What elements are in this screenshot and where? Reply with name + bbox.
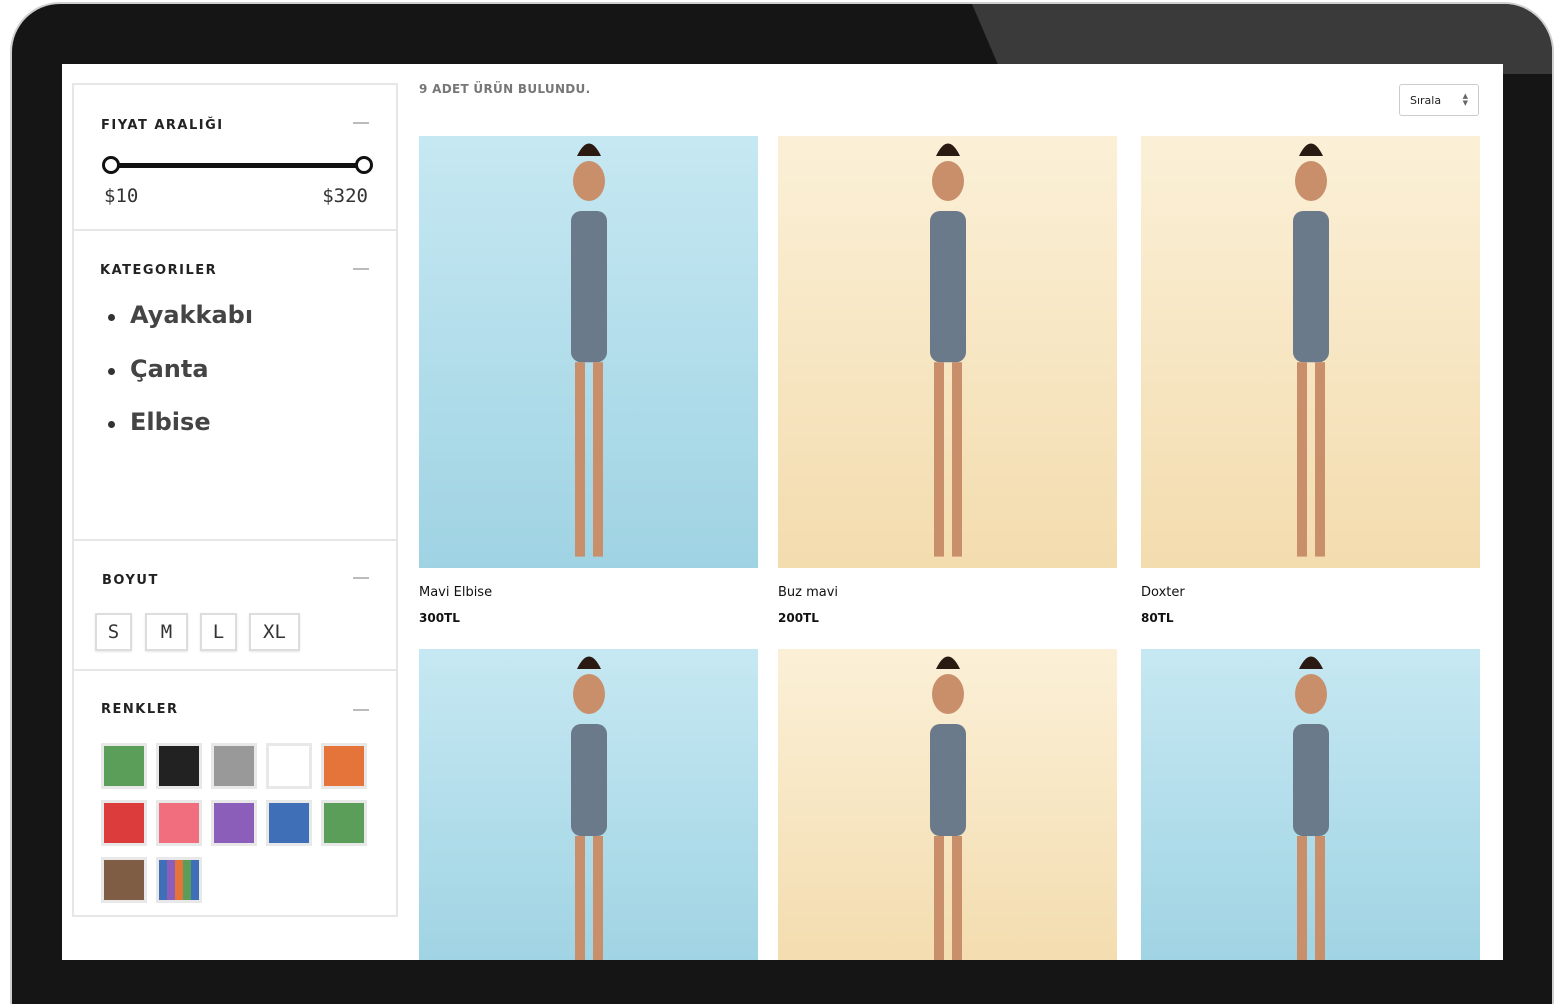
category-list: Ayakkabı Çanta Elbise xyxy=(108,301,253,462)
collapse-icon[interactable] xyxy=(353,709,369,711)
model-figure xyxy=(570,143,607,557)
product-image[interactable] xyxy=(1141,136,1480,568)
color-swatch[interactable] xyxy=(156,857,202,903)
model-figure xyxy=(929,143,966,557)
screen: FIYAT ARALIĞI $10 $320 KATEGORILER Ayakk… xyxy=(62,64,1503,960)
model-figure xyxy=(929,656,966,960)
color-filter: RENKLER xyxy=(74,671,396,915)
collapse-icon[interactable] xyxy=(353,122,369,124)
color-swatch[interactable] xyxy=(321,743,367,789)
model-figure xyxy=(570,656,607,960)
color-swatch[interactable] xyxy=(101,800,147,846)
color-swatch[interactable] xyxy=(156,800,202,846)
product-name[interactable]: Buz mavi xyxy=(778,585,838,600)
color-swatch[interactable] xyxy=(101,857,147,903)
price-slider-track[interactable] xyxy=(108,163,362,168)
collapse-icon[interactable] xyxy=(353,268,369,270)
color-swatch[interactable] xyxy=(101,743,147,789)
product-image[interactable] xyxy=(778,649,1117,960)
sort-select[interactable]: Sırala ▲ ▼ xyxy=(1399,84,1479,116)
price-slider-min-handle[interactable] xyxy=(102,156,120,174)
product-image[interactable] xyxy=(778,136,1117,568)
size-filter-title: BOYUT xyxy=(102,573,159,588)
product-image[interactable] xyxy=(419,136,758,568)
sort-select-label: Sırala xyxy=(1410,93,1442,107)
product-image[interactable] xyxy=(419,649,758,960)
price-max-label: $320 xyxy=(322,185,368,207)
category-item[interactable]: Çanta xyxy=(108,355,253,409)
color-swatch[interactable] xyxy=(156,743,202,789)
select-arrows-icon: ▲ ▼ xyxy=(1462,92,1468,107)
model-figure xyxy=(1292,143,1329,557)
price-filter-title: FIYAT ARALIĞI xyxy=(101,118,224,133)
price-min-label: $10 xyxy=(104,185,139,207)
size-option-l[interactable]: L xyxy=(200,613,237,651)
product-name[interactable]: Doxter xyxy=(1141,585,1185,600)
product-price: 80TL xyxy=(1141,611,1174,625)
product-image[interactable] xyxy=(1141,649,1480,960)
category-item[interactable]: Elbise xyxy=(108,408,253,462)
filter-sidebar: FIYAT ARALIĞI $10 $320 KATEGORILER Ayakk… xyxy=(72,83,398,917)
price-slider-max-handle[interactable] xyxy=(355,156,373,174)
size-option-s[interactable]: S xyxy=(95,613,132,651)
product-price: 300TL xyxy=(419,611,460,625)
category-filter: KATEGORILER Ayakkabı Çanta Elbise xyxy=(74,231,396,541)
category-item[interactable]: Ayakkabı xyxy=(108,301,253,355)
product-name[interactable]: Mavi Elbise xyxy=(419,585,492,600)
size-filter: BOYUT S M L XL xyxy=(74,541,396,671)
color-swatch[interactable] xyxy=(266,800,312,846)
model-figure xyxy=(1292,656,1329,960)
color-swatch[interactable] xyxy=(266,743,312,789)
size-option-xl[interactable]: XL xyxy=(249,613,300,651)
product-price: 200TL xyxy=(778,611,819,625)
color-swatch[interactable] xyxy=(211,743,257,789)
color-swatch[interactable] xyxy=(321,800,367,846)
price-filter: FIYAT ARALIĞI $10 $320 xyxy=(74,85,396,231)
color-filter-title: RENKLER xyxy=(101,702,179,717)
color-swatch[interactable] xyxy=(211,800,257,846)
result-count: 9 ADET ÜRÜN BULUNDU. xyxy=(419,82,591,96)
size-option-m[interactable]: M xyxy=(145,613,188,651)
category-filter-title: KATEGORILER xyxy=(100,263,218,278)
collapse-icon[interactable] xyxy=(353,577,369,579)
